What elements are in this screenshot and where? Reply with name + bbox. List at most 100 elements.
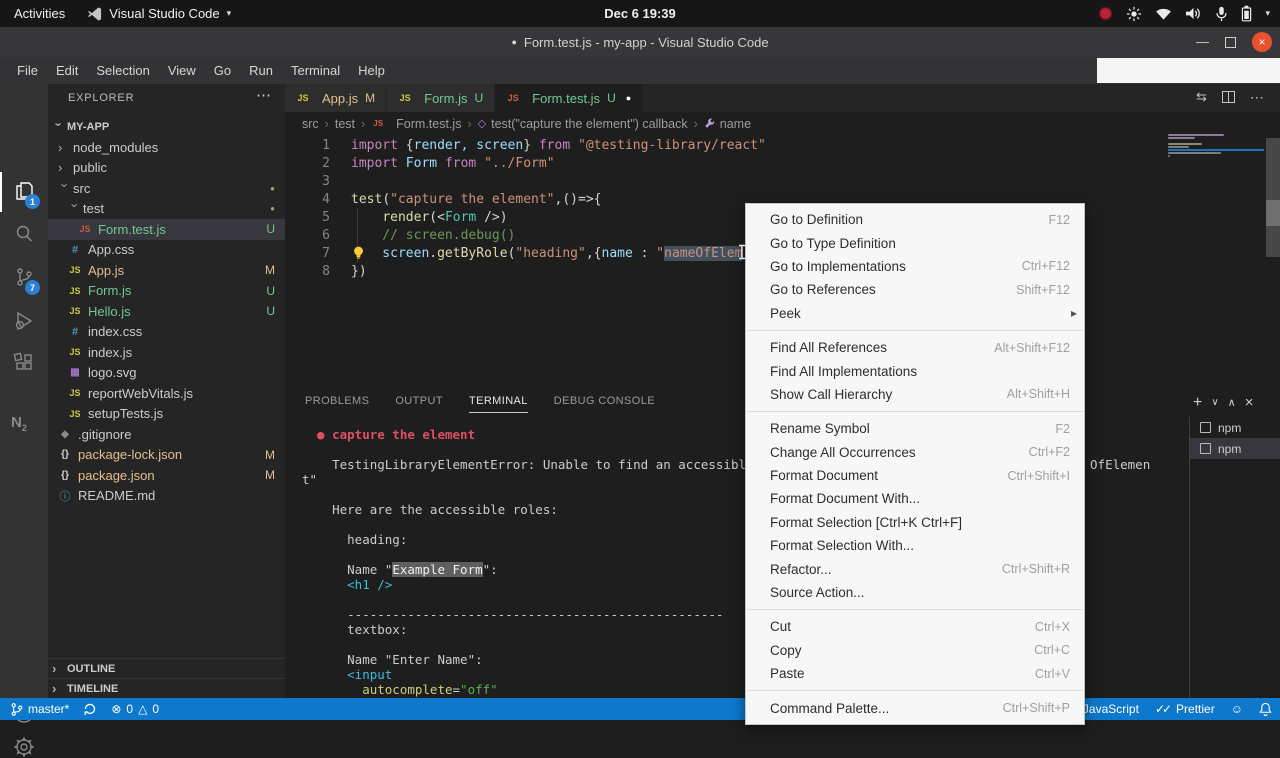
tree-item-test[interactable]: › test ● bbox=[48, 199, 285, 220]
menu-item-find-all-implementations[interactable]: Find All Implementations bbox=[746, 359, 1084, 382]
menu-item-go-to-type-definition[interactable]: Go to Type Definition bbox=[746, 231, 1084, 254]
editor-actions: ⇆ ⋯ bbox=[1196, 90, 1264, 104]
tree-item-form-test-js[interactable]: JS Form.test.js U bbox=[48, 219, 285, 240]
menubar-item-run[interactable]: Run bbox=[240, 60, 282, 81]
menu-item-show-call-hierarchy[interactable]: Show Call Hierarchy Alt+Shift+H bbox=[746, 383, 1084, 406]
close-button[interactable]: × bbox=[1252, 32, 1272, 52]
menu-item-refactor[interactable]: Refactor... Ctrl+Shift+R bbox=[746, 557, 1084, 580]
run-debug-icon[interactable] bbox=[13, 310, 35, 332]
lightbulb-icon[interactable] bbox=[352, 246, 365, 260]
explorer-more-actions-icon[interactable]: ⋯ bbox=[256, 86, 271, 104]
menubar-item-edit[interactable]: Edit bbox=[47, 60, 87, 81]
tree-item-package-json[interactable]: {} package.json M bbox=[48, 465, 285, 486]
language-mode-item[interactable]: JavaScript bbox=[1083, 702, 1139, 716]
settings-gear-icon[interactable] bbox=[13, 736, 35, 758]
menu-item-go-to-implementations[interactable]: Go to Implementations Ctrl+F12 bbox=[746, 255, 1084, 278]
menu-item-go-to-references[interactable]: Go to References Shift+F12 bbox=[746, 278, 1084, 301]
tree-item-app-css[interactable]: # App.css bbox=[48, 240, 285, 261]
formatter-item[interactable]: ✓✓ Prettier bbox=[1155, 702, 1215, 716]
tab-app-js[interactable]: JS App.js M bbox=[285, 84, 388, 112]
menu-item-format-selection-ctrl-k-ctrl-f[interactable]: Format Selection [Ctrl+K Ctrl+F] bbox=[746, 511, 1084, 534]
panel-tab-terminal[interactable]: TERMINAL bbox=[468, 395, 528, 413]
activities-button[interactable]: Activities bbox=[14, 6, 65, 21]
menu-item-copy[interactable]: Copy Ctrl+C bbox=[746, 639, 1084, 662]
tree-item-readme-md[interactable]: ⓘ README.md bbox=[48, 486, 285, 507]
tree-item-hello-js[interactable]: JS Hello.js U bbox=[48, 301, 285, 322]
search-icon[interactable] bbox=[13, 223, 35, 245]
menu-item-paste[interactable]: Paste Ctrl+V bbox=[746, 662, 1084, 685]
app-menu[interactable]: Visual Studio Code ▾ bbox=[87, 6, 231, 22]
terminal-dropdown-icon[interactable]: ∨ bbox=[1211, 397, 1218, 408]
menu-item-peek[interactable]: Peek ▸ bbox=[746, 302, 1084, 325]
editor-scrollbar[interactable] bbox=[1266, 138, 1280, 257]
panel-tab-problems[interactable]: PROBLEMS bbox=[305, 395, 369, 413]
timeline-section[interactable]: › TIMELINE bbox=[48, 678, 285, 698]
menu-item-format-document[interactable]: Format Document Ctrl+Shift+I bbox=[746, 464, 1084, 487]
warning-count: 0 bbox=[152, 702, 160, 716]
open-changes-icon[interactable]: ⇆ bbox=[1196, 90, 1207, 103]
tree-root-my-app[interactable]: › MY-APP bbox=[48, 117, 285, 137]
menu-item-cut[interactable]: Cut Ctrl+X bbox=[746, 615, 1084, 638]
breadcrumb-item-form-test-js[interactable]: JS Form.test.js bbox=[371, 117, 461, 131]
menu-item-find-all-references[interactable]: Find All References Alt+Shift+F12 bbox=[746, 336, 1084, 359]
terminal-list-item-npm[interactable]: npm bbox=[1190, 438, 1280, 459]
menu-item-go-to-definition[interactable]: Go to Definition F12 bbox=[746, 208, 1084, 231]
menubar-item-terminal[interactable]: Terminal bbox=[282, 60, 349, 81]
terminal-list-item-npm[interactable]: npm bbox=[1190, 417, 1280, 438]
menubar-item-help[interactable]: Help bbox=[349, 60, 394, 81]
tree-item-node-modules[interactable]: › node_modules bbox=[48, 137, 285, 158]
tree-item-public[interactable]: › public bbox=[48, 158, 285, 179]
menu-item-format-document-with[interactable]: Format Document With... bbox=[746, 487, 1084, 510]
tree-item-setuptests-js[interactable]: JS setupTests.js bbox=[48, 404, 285, 425]
tree-item-gitignore[interactable]: ◆ .gitignore bbox=[48, 424, 285, 445]
tree-item-index-js[interactable]: JS index.js bbox=[48, 342, 285, 363]
tree-item-app-js[interactable]: JS App.js M bbox=[48, 260, 285, 281]
scrollbar-thumb[interactable] bbox=[1266, 200, 1280, 226]
tab-form-test-js[interactable]: JS Form.test.js U ● bbox=[495, 84, 644, 112]
clock[interactable]: Dec 6 19:39 bbox=[604, 6, 676, 21]
window-title-bar[interactable]: ● Form.test.js - my-app - Visual Studio … bbox=[0, 27, 1280, 57]
tree-item-form-js[interactable]: JS Form.js U bbox=[48, 281, 285, 302]
extension-n2-icon[interactable]: N2 bbox=[11, 414, 27, 433]
menubar-item-selection[interactable]: Selection bbox=[87, 60, 158, 81]
editor-more-actions-icon[interactable]: ⋯ bbox=[1250, 90, 1264, 104]
tree-item-reportwebvitals-js[interactable]: JS reportWebVitals.js bbox=[48, 383, 285, 404]
problems-item[interactable]: ⊗ 0 △ 0 bbox=[111, 702, 159, 716]
system-tray[interactable]: ▾ bbox=[1098, 0, 1270, 27]
notifications-bell-icon[interactable] bbox=[1259, 702, 1272, 716]
menu-item-command-palette[interactable]: Command Palette... Ctrl+Shift+P bbox=[746, 696, 1084, 719]
wrench-icon bbox=[704, 118, 715, 129]
menu-item-change-all-occurrences[interactable]: Change All Occurrences Ctrl+F2 bbox=[746, 441, 1084, 464]
menu-item-format-selection-with[interactable]: Format Selection With... bbox=[746, 534, 1084, 557]
minimap[interactable] bbox=[1168, 134, 1230, 158]
tab-form-js[interactable]: JS Form.js U bbox=[387, 84, 496, 112]
menu-item-rename-symbol[interactable]: Rename Symbol F2 bbox=[746, 417, 1084, 440]
menubar-item-go[interactable]: Go bbox=[205, 60, 240, 81]
menu-item-source-action[interactable]: Source Action... bbox=[746, 581, 1084, 604]
panel-tab-output[interactable]: OUTPUT bbox=[395, 395, 443, 413]
outline-section[interactable]: › OUTLINE bbox=[48, 658, 285, 678]
maximize-panel-icon[interactable]: ∧ bbox=[1228, 396, 1236, 409]
menubar-item-file[interactable]: File bbox=[8, 60, 47, 81]
restore-button[interactable] bbox=[1225, 36, 1236, 48]
tree-item-logo-svg[interactable]: ▦ logo.svg bbox=[48, 363, 285, 384]
menu-item-label: Refactor... bbox=[770, 561, 832, 577]
close-panel-icon[interactable]: × bbox=[1245, 394, 1254, 411]
menubar-item-view[interactable]: View bbox=[159, 60, 205, 81]
breadcrumb-item-src[interactable]: src bbox=[302, 117, 319, 131]
panel-tab-debug-console[interactable]: DEBUG CONSOLE bbox=[554, 395, 655, 413]
feedback-smiley-icon[interactable]: ☺ bbox=[1231, 702, 1243, 716]
tree-item-index-css[interactable]: # index.css bbox=[48, 322, 285, 343]
git-branch-item[interactable]: master* bbox=[10, 702, 69, 717]
new-terminal-icon[interactable]: + bbox=[1193, 394, 1202, 410]
tree-item-src[interactable]: › src ● bbox=[48, 178, 285, 199]
sync-changes-item[interactable] bbox=[83, 702, 97, 716]
extensions-icon[interactable] bbox=[13, 352, 35, 374]
minimize-button[interactable]: — bbox=[1196, 35, 1209, 48]
split-editor-icon[interactable] bbox=[1221, 91, 1235, 103]
breadcrumb-item-name[interactable]: name bbox=[704, 117, 751, 131]
tree-item-package-lock-json[interactable]: {} package-lock.json M bbox=[48, 445, 285, 466]
menu-separator bbox=[747, 329, 1083, 331]
breadcrumb-item-test[interactable]: test bbox=[335, 117, 355, 131]
breadcrumb-item-test-capture-the-element-callback[interactable]: ◇ test("capture the element") callback bbox=[478, 117, 688, 131]
